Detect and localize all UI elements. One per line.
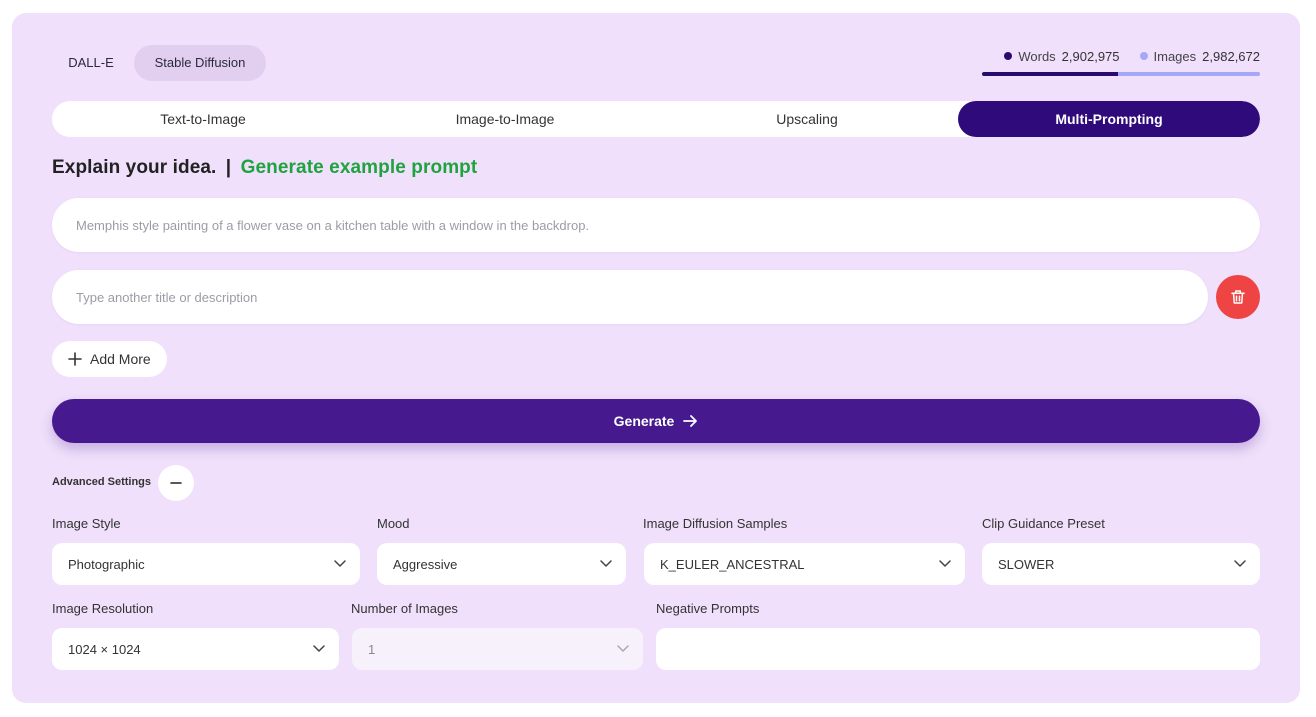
resolution-label: Image Resolution — [52, 601, 154, 616]
generate-button[interactable]: Generate — [52, 399, 1260, 443]
words-count: 2,902,975 — [1061, 48, 1120, 64]
usage-bar — [982, 72, 1260, 76]
clip-guidance-value: SLOWER — [998, 556, 1055, 572]
chevron-down-icon — [600, 560, 612, 567]
negative-prompts-input[interactable] — [656, 628, 1260, 670]
usage-bar-words — [982, 72, 1119, 76]
add-more-label: Add More — [90, 351, 151, 367]
images-dot-icon — [1139, 52, 1148, 60]
trash-icon — [1231, 290, 1245, 304]
samples-select[interactable]: K_EULER_ANCESTRAL — [644, 543, 965, 585]
words-label: Words — [1018, 48, 1056, 64]
words-dot-icon — [1004, 52, 1013, 60]
clip-guidance-select[interactable]: SLOWER — [982, 543, 1260, 585]
num-images-value: 1 — [368, 641, 376, 657]
heading-separator: | — [225, 157, 232, 178]
usage-bar-images — [1118, 72, 1260, 76]
minus-icon — [170, 482, 182, 484]
generator-panel: DALL-E Stable Diffusion Words 2,902,975 … — [12, 13, 1300, 703]
mood-select[interactable]: Aggressive — [377, 543, 626, 585]
mood-label: Mood — [377, 516, 410, 531]
clip-guidance-label: Clip Guidance Preset — [982, 516, 1105, 531]
image-style-value: Photographic — [68, 556, 145, 572]
page-title: Explain your idea. | Generate example pr… — [52, 157, 477, 179]
num-images-label: Number of Images — [351, 601, 458, 616]
chevron-down-icon — [313, 645, 325, 652]
usage-meter: Words 2,902,975 Images 2,982,672 — [982, 46, 1260, 78]
delete-prompt-button[interactable] — [1216, 275, 1260, 319]
images-label: Images — [1153, 48, 1197, 64]
prompt-input-1[interactable] — [52, 198, 1260, 252]
resolution-select[interactable]: 1024 × 1024 — [52, 628, 339, 670]
plus-icon — [68, 352, 82, 366]
tab-text-to-image[interactable]: Text-to-Image — [52, 101, 354, 137]
samples-label: Image Diffusion Samples — [643, 516, 788, 531]
images-count: 2,982,672 — [1202, 48, 1260, 64]
image-style-label: Image Style — [52, 516, 121, 531]
chevron-down-icon — [939, 560, 951, 567]
generate-label: Generate — [613, 413, 675, 429]
resolution-value: 1024 × 1024 — [68, 641, 141, 657]
chevron-down-icon — [1234, 560, 1246, 567]
mood-value: Aggressive — [393, 556, 458, 572]
negative-prompts-label: Negative Prompts — [656, 601, 760, 616]
heading-text: Explain your idea. — [52, 157, 217, 178]
arrow-right-icon — [683, 415, 698, 427]
chevron-down-icon — [334, 560, 346, 567]
generate-example-link[interactable]: Generate example prompt — [241, 157, 478, 178]
image-style-select[interactable]: Photographic — [52, 543, 360, 585]
mode-tabs: Text-to-Image Image-to-Image Upscaling M… — [52, 101, 1260, 137]
prompt-input-2[interactable] — [52, 270, 1208, 324]
tab-image-to-image[interactable]: Image-to-Image — [354, 101, 656, 137]
tab-multi-prompting[interactable]: Multi-Prompting — [958, 101, 1260, 137]
num-images-select[interactable]: 1 — [352, 628, 643, 670]
samples-value: K_EULER_ANCESTRAL — [660, 556, 805, 572]
advanced-settings-toggle[interactable] — [158, 465, 194, 501]
tab-upscaling[interactable]: Upscaling — [656, 101, 958, 137]
engine-tab-stable-diffusion[interactable]: Stable Diffusion — [134, 45, 266, 81]
chevron-down-icon — [617, 645, 629, 652]
engine-tab-dalle[interactable]: DALL-E — [60, 45, 122, 81]
add-more-button[interactable]: Add More — [52, 341, 167, 377]
advanced-settings-label: Advanced Settings — [52, 476, 152, 488]
